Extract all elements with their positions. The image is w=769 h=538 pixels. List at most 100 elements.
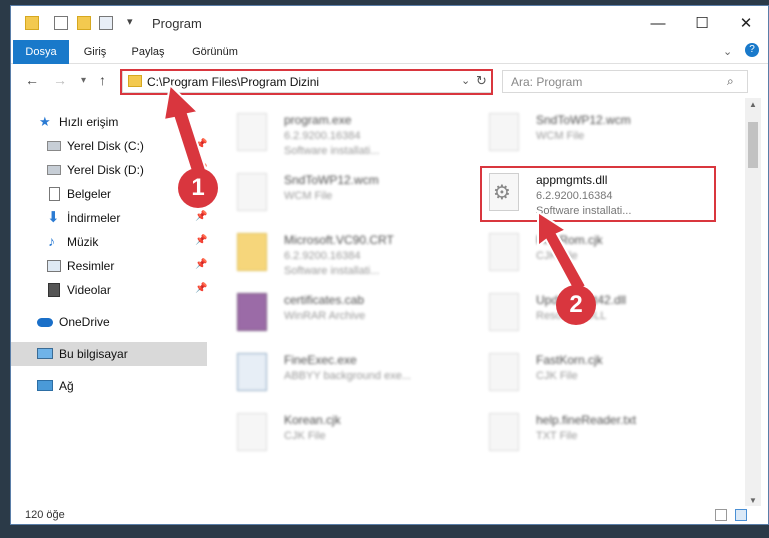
file-name: FineExec.exe xyxy=(284,353,357,367)
forward-arrow-icon[interactable]: → xyxy=(53,72,67,88)
document-icon xyxy=(49,187,60,201)
sidebar-item-this-pc[interactable]: Bu bilgisayar xyxy=(11,342,207,366)
navigation-pane: ★ Hızlı erişim Yerel Disk (C:) 📌 Yerel D… xyxy=(11,98,207,508)
chevron-down-icon[interactable]: ⌄ xyxy=(723,45,732,58)
vertical-scrollbar[interactable]: ▲ ▼ xyxy=(745,98,761,508)
sidebar-item-label: Yerel Disk (C:) xyxy=(67,139,144,153)
file-description: Software installati... xyxy=(284,145,380,157)
sidebar-item-local-disk-d[interactable]: Yerel Disk (D:) 📌 xyxy=(11,158,207,182)
sidebar-item-videos[interactable]: Videolar 📌 xyxy=(11,278,207,302)
tab-share[interactable]: Paylaş xyxy=(123,40,173,64)
file-icon xyxy=(237,173,267,211)
details-view-icon[interactable] xyxy=(715,509,727,521)
sidebar-item-local-disk-c[interactable]: Yerel Disk (C:) 📌 xyxy=(11,134,207,158)
chevron-down-icon[interactable]: ▾ xyxy=(127,15,133,28)
scroll-down-icon[interactable]: ▼ xyxy=(749,496,757,505)
list-item[interactable]: program.exe 6.2.9200.16384 Software inst… xyxy=(207,108,447,160)
exe-file-icon xyxy=(237,353,267,391)
minimize-button[interactable]: — xyxy=(635,6,681,40)
file-type: CJK File xyxy=(284,430,326,442)
file-type: WCM File xyxy=(536,130,585,142)
sidebar-item-network[interactable]: Ağ xyxy=(11,374,207,398)
sidebar-item-label: OneDrive xyxy=(59,315,110,329)
sidebar-item-label: Ağ xyxy=(59,379,74,393)
file-name: Microsoft.VC90.CRT xyxy=(284,233,394,247)
file-icon xyxy=(489,113,519,151)
list-item[interactable]: SndToWP12.wcm WCM File xyxy=(459,108,699,160)
picture-icon xyxy=(47,260,61,272)
film-icon xyxy=(48,283,60,297)
close-button[interactable]: ✕ xyxy=(723,6,768,40)
scroll-thumb[interactable] xyxy=(748,122,758,168)
exe-file-icon xyxy=(237,113,267,151)
file-type: WinRAR Archive xyxy=(284,310,366,322)
list-item[interactable]: FastKorn.cjk CJK File xyxy=(459,348,699,400)
network-icon xyxy=(37,380,53,391)
sidebar-item-quick-access[interactable]: ★ Hızlı erişim xyxy=(11,110,207,134)
address-highlight xyxy=(120,69,493,95)
recent-locations-icon[interactable]: ▾ xyxy=(81,75,86,86)
file-name: SndToWP12.wcm xyxy=(536,113,631,127)
explorer-window: ▾ Program — ☐ ✕ Dosya Giriş Paylaş Görün… xyxy=(10,5,769,525)
file-type: CJK File xyxy=(536,250,578,262)
file-icon xyxy=(489,353,519,391)
up-arrow-icon[interactable]: ↑ xyxy=(99,72,106,88)
sidebar-item-pictures[interactable]: Resimler 📌 xyxy=(11,254,207,278)
computer-icon xyxy=(37,348,53,359)
sidebar-item-label: Yerel Disk (D:) xyxy=(67,163,144,177)
file-list: program.exe 6.2.9200.16384 Software inst… xyxy=(207,98,745,508)
text-file-icon xyxy=(489,413,519,451)
navigation-bar: ← → ▾ ↑ C:\Program Files\Program Dizini … xyxy=(11,64,768,98)
file-name: FastKorn.cjk xyxy=(536,353,603,367)
search-input[interactable]: Ara: Program ⌕ xyxy=(502,70,748,93)
search-placeholder: Ara: Program xyxy=(511,75,583,89)
help-icon[interactable]: ? xyxy=(745,43,759,57)
tab-home[interactable]: Giriş xyxy=(75,40,115,64)
list-item[interactable]: FineRom.cjk CJK File xyxy=(459,228,699,280)
sidebar-item-onedrive[interactable]: OneDrive xyxy=(11,310,207,334)
status-bar: 120 öğe xyxy=(11,506,768,524)
customize-toolbar-icon[interactable] xyxy=(99,16,113,30)
file-type: TXT File xyxy=(536,430,578,442)
step-badge-1: 1 xyxy=(178,168,218,208)
list-item[interactable]: certificates.cab WinRAR Archive xyxy=(207,288,447,340)
list-item[interactable]: FineExec.exe ABBYY background exe... xyxy=(207,348,447,400)
list-item[interactable]: Korean.cjk CJK File xyxy=(207,408,447,460)
file-version: 6.2.9200.16384 xyxy=(284,250,361,262)
window-title: Program xyxy=(152,16,202,31)
back-arrow-icon[interactable]: ← xyxy=(25,72,39,88)
file-icon xyxy=(489,233,519,271)
dll-gear-icon xyxy=(489,293,519,331)
pin-icon: 📌 xyxy=(195,259,208,270)
file-type: ABBYY background exe... xyxy=(284,370,411,382)
sidebar-item-label: Videolar xyxy=(67,283,111,297)
download-icon: ⬇ xyxy=(47,209,60,226)
new-folder-icon[interactable] xyxy=(77,16,91,30)
sidebar-item-label: Hızlı erişim xyxy=(59,115,119,129)
scroll-up-icon[interactable]: ▲ xyxy=(749,100,757,109)
sidebar-item-label: Resimler xyxy=(67,259,115,273)
music-icon: ♪ xyxy=(48,233,55,249)
ribbon-tabs: Dosya Giriş Paylaş Görünüm ⌄ ? xyxy=(11,40,768,64)
properties-icon[interactable] xyxy=(54,16,68,30)
search-icon: ⌕ xyxy=(727,74,734,88)
sidebar-item-music[interactable]: ♪ Müzik 📌 xyxy=(11,230,207,254)
file-description: Software installati... xyxy=(284,265,380,277)
tab-view[interactable]: Görünüm xyxy=(183,40,247,64)
drive-icon xyxy=(47,141,61,151)
list-item[interactable]: SndToWP12.wcm WCM File xyxy=(207,168,447,220)
list-item[interactable]: Microsoft.VC90.CRT 6.2.9200.16384 Softwa… xyxy=(207,228,447,280)
tab-file[interactable]: Dosya xyxy=(13,40,69,64)
list-item[interactable]: help.fineReader.txt TXT File xyxy=(459,408,699,460)
sidebar-item-downloads[interactable]: ⬇ İndirmeler 📌 xyxy=(11,206,207,230)
file-type: CJK File xyxy=(536,370,578,382)
maximize-button[interactable]: ☐ xyxy=(679,6,725,40)
file-name: certificates.cab xyxy=(284,293,365,307)
file-type: WCM File xyxy=(284,190,333,202)
file-name: program.exe xyxy=(284,113,352,127)
item-count: 120 öğe xyxy=(25,509,65,521)
large-icons-view-icon[interactable] xyxy=(735,509,747,521)
step-badge-2: 2 xyxy=(556,285,596,325)
pin-icon: 📌 xyxy=(195,235,208,246)
sidebar-item-label: İndirmeler xyxy=(67,211,121,225)
